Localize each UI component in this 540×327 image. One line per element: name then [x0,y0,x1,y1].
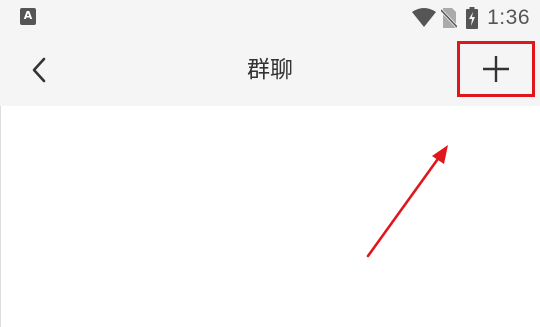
toolbar: 群聊 [0,35,540,106]
battery-charging-icon [466,6,479,29]
status-right-group: 1:36 [412,0,530,35]
content-area [0,106,540,327]
screen: A 1:36 群聊 [0,0,540,327]
status-bar: A 1:36 [0,0,540,35]
no-sim-icon [441,7,458,28]
back-button[interactable] [22,53,56,87]
wifi-icon [412,7,437,27]
add-button[interactable] [457,41,535,97]
app-notification-icon: A [20,8,36,25]
plus-icon [483,56,509,82]
app-notification-letter: A [23,9,33,22]
status-time: 1:36 [487,5,530,29]
annotation-arrow [366,145,448,258]
chevron-left-icon [32,57,46,83]
